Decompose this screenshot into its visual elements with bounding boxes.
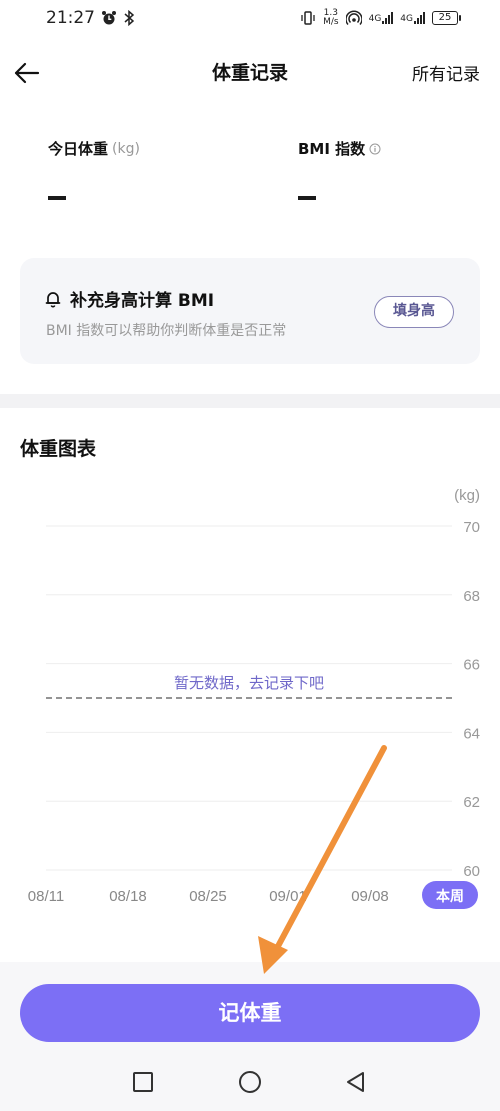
- sim2-network-type: 4G: [400, 14, 413, 24]
- x-tick-label: 09/08: [351, 888, 389, 905]
- vibrate-icon: [301, 11, 315, 25]
- y-tick-label: 62: [463, 794, 480, 811]
- x-tick-label-current: 本周: [436, 888, 464, 905]
- bmi-card-title: 补充身高计算 BMI: [70, 291, 215, 311]
- alarm-icon: [102, 11, 116, 25]
- recents-square-icon[interactable]: [131, 1070, 155, 1094]
- signal-sim1: 4G: [369, 12, 394, 24]
- sim1-network-type: 4G: [368, 14, 382, 24]
- bmi-label-row: BMI 指数: [298, 138, 381, 159]
- network-speed: 1.3 M/s: [323, 9, 339, 27]
- network-speed-unit: M/s: [323, 17, 339, 27]
- battery-icon: 25: [432, 11, 461, 25]
- y-tick-label: 64: [463, 725, 480, 742]
- y-tick-label: 68: [463, 588, 480, 605]
- empty-data-message: 暂无数据，去记录下吧: [174, 674, 324, 692]
- title-bar: 体重记录 所有记录: [0, 44, 500, 102]
- bluetooth-icon: [124, 10, 135, 26]
- x-tick-label: 09/01: [269, 888, 307, 905]
- y-axis-unit: (kg): [454, 487, 480, 504]
- back-triangle-icon[interactable]: [344, 1070, 368, 1094]
- record-weight-button[interactable]: 记体重: [20, 984, 480, 1042]
- x-tick-label: 08/18: [109, 888, 147, 905]
- section-divider: [0, 394, 500, 408]
- clock-time: 21:27: [46, 8, 95, 28]
- bmi-card-description: BMI 指数可以帮助你判断体重是否正常: [46, 323, 287, 339]
- y-tick-label: 66: [463, 657, 480, 674]
- battery-level: 25: [438, 12, 452, 23]
- bell-icon: [45, 291, 61, 307]
- fill-height-button[interactable]: 填身高: [374, 296, 454, 328]
- today-stats: 今日体重 (kg) - BMI 指数 -: [0, 138, 500, 228]
- y-tick-label: 60: [463, 863, 480, 880]
- bmi-card-title-row: 补充身高计算 BMI: [44, 286, 214, 311]
- hotspot-icon: [345, 10, 362, 25]
- info-icon[interactable]: [369, 143, 381, 155]
- chart-title: 体重图表: [20, 438, 97, 460]
- today-weight-label-row: 今日体重 (kg): [48, 138, 140, 159]
- bmi-prompt-card: 补充身高计算 BMI BMI 指数可以帮助你判断体重是否正常 填身高: [20, 258, 480, 364]
- today-weight-label: 今日体重: [48, 140, 109, 158]
- signal-bars-icon: [382, 12, 394, 24]
- all-records-link[interactable]: 所有记录: [412, 60, 480, 85]
- signal-bars-icon: [414, 12, 425, 24]
- home-circle-icon[interactable]: [238, 1070, 262, 1094]
- weight-chart: (kg) 60 62 64 66 68 70 暂无数据，去记录下吧 08/11 08/18 08/2…: [28, 487, 480, 909]
- x-tick-label: 08/25: [189, 888, 227, 905]
- bmi-stat: BMI 指数 -: [298, 138, 381, 200]
- x-tick-label: 08/11: [28, 888, 64, 905]
- today-weight-value: -: [48, 196, 66, 200]
- y-tick-label: 70: [463, 519, 480, 536]
- status-left: 21:27: [46, 8, 135, 28]
- system-navigation-bar: [0, 1052, 500, 1111]
- signal-sim2: 4G: [400, 12, 425, 24]
- today-weight-unit: (kg): [112, 140, 140, 157]
- today-weight-stat: 今日体重 (kg) -: [48, 138, 140, 200]
- bmi-value: -: [298, 196, 316, 200]
- status-bar: 21:27 1.3 M/s 4G 4G 25: [0, 0, 500, 36]
- status-right: 1.3 M/s 4G 4G 25: [300, 9, 461, 27]
- bmi-label: BMI 指数: [298, 140, 366, 158]
